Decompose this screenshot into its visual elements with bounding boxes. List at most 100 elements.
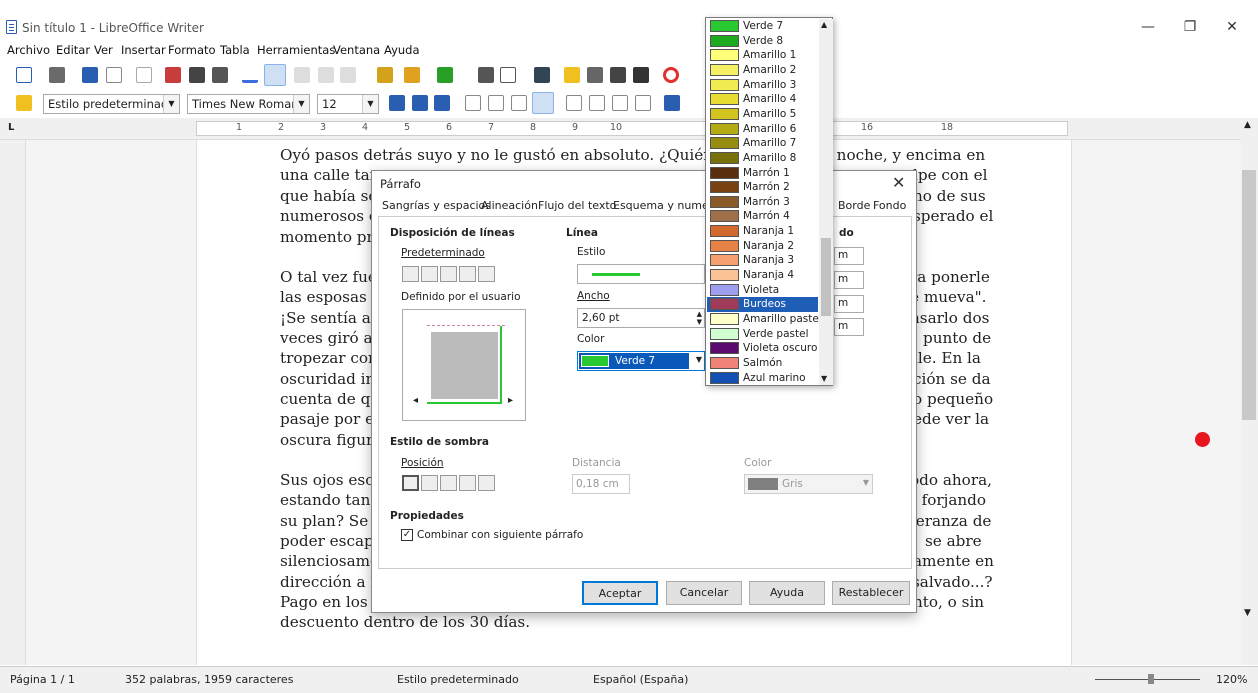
tab-borders[interactable]: Borde — [838, 199, 870, 212]
tab-outline-numbering[interactable]: Esquema y numera — [613, 199, 720, 212]
scroll-down-icon[interactable]: ▼ — [1244, 608, 1251, 618]
preset-left-right-icon[interactable] — [478, 266, 495, 282]
new-document-icon[interactable] — [16, 67, 32, 83]
bold-icon[interactable] — [389, 95, 405, 111]
zoom-level[interactable]: 120% — [1216, 673, 1247, 686]
auto-spellcheck-icon[interactable] — [264, 64, 286, 86]
color-option[interactable]: Amarillo 7 — [707, 136, 818, 151]
reset-button[interactable]: Restablecer — [832, 581, 910, 605]
shadow-color-select[interactable]: Gris ▼ — [744, 474, 873, 494]
chevron-down-icon[interactable]: ▼ — [163, 95, 179, 113]
menu-ayuda[interactable]: Ayuda — [384, 43, 420, 57]
padding-top-field[interactable]: m — [834, 295, 864, 313]
scroll-down-icon[interactable]: ▼ — [821, 374, 827, 383]
chevron-down-icon[interactable]: ▼ — [696, 355, 702, 364]
formatting-marks-icon[interactable] — [633, 67, 649, 83]
insert-table-icon[interactable] — [500, 67, 516, 83]
insert-special-char-icon[interactable] — [564, 67, 580, 83]
line-style-select[interactable] — [577, 264, 705, 284]
insert-footnote-icon[interactable] — [610, 67, 626, 83]
close-button[interactable]: ✕ — [1212, 14, 1252, 40]
align-center-icon[interactable] — [488, 95, 504, 111]
color-option[interactable]: Amarillo 2 — [707, 63, 818, 78]
word-count[interactable]: 352 palabras, 1959 caracteres — [125, 673, 293, 686]
color-option[interactable]: Marrón 4 — [707, 209, 818, 224]
shadow-bottom-left-icon[interactable] — [459, 475, 476, 491]
scroll-up-icon[interactable]: ▲ — [821, 20, 827, 29]
font-size-combo[interactable]: 12 ▼ — [317, 94, 379, 114]
dialog-close-icon[interactable]: ✕ — [892, 173, 905, 192]
restore-button[interactable]: ❐ — [1170, 14, 1210, 40]
color-dropdown-list[interactable]: Verde 7 Verde 8 Amarillo 1 Amarillo 2 Amaril… — [705, 17, 833, 386]
color-option[interactable]: Violeta oscuro — [707, 341, 818, 356]
menu-herramientas[interactable]: Herramientas — [257, 43, 335, 57]
color-option[interactable]: Burdeos — [707, 297, 818, 312]
cut-icon[interactable] — [294, 67, 310, 83]
insert-field-icon[interactable] — [587, 67, 603, 83]
tab-alignment[interactable]: Alineación — [481, 199, 538, 212]
underline-icon[interactable] — [434, 95, 450, 111]
edit-mode-icon[interactable] — [136, 67, 152, 83]
insert-image-icon[interactable] — [534, 67, 550, 83]
numbering-icon[interactable] — [589, 95, 605, 111]
minimize-button[interactable]: — — [1128, 14, 1168, 40]
clone-formatting-icon[interactable] — [377, 67, 393, 83]
color-option[interactable]: Naranja 3 — [707, 253, 818, 268]
ok-button[interactable]: Aceptar — [582, 581, 658, 605]
color-option[interactable]: Naranja 4 — [707, 268, 818, 283]
color-list-scroll-thumb[interactable] — [821, 238, 831, 316]
color-option[interactable]: Marrón 2 — [707, 180, 818, 195]
color-option[interactable]: Amarillo 6 — [707, 122, 818, 137]
menu-formato[interactable]: Formato — [168, 43, 216, 57]
line-color-select[interactable]: Verde 7 ▼ — [577, 351, 705, 371]
color-option[interactable]: Amarillo 5 — [707, 107, 818, 122]
print-preview-icon[interactable] — [212, 67, 228, 83]
color-option[interactable]: Amarillo 8 — [707, 151, 818, 166]
padding-left-field[interactable]: m — [834, 247, 864, 265]
undo-icon[interactable] — [404, 67, 420, 83]
print-icon[interactable] — [189, 67, 205, 83]
preset-box-inner-icon[interactable] — [440, 266, 457, 282]
tab-indents-spacing[interactable]: Sangrías y espacios — [382, 199, 491, 212]
paragraph-style-combo[interactable]: Estilo predeterminado ▼ — [43, 94, 180, 114]
menu-archivo[interactable]: Archivo — [7, 43, 50, 57]
help-lifebuoy-icon[interactable] — [663, 67, 679, 83]
help-button[interactable]: Ayuda — [749, 581, 825, 605]
tab-stop-icon[interactable]: L — [8, 122, 14, 133]
color-option[interactable]: Verde 7 — [707, 19, 818, 34]
tab-background[interactable]: Fondo — [873, 199, 906, 212]
redo-icon[interactable] — [437, 67, 453, 83]
spelling-icon[interactable] — [242, 67, 258, 83]
color-option[interactable]: Amarillo 4 — [707, 92, 818, 107]
color-option[interactable]: Amarillo pastel — [707, 312, 822, 327]
color-option[interactable]: Naranja 1 — [707, 224, 818, 239]
styles-icon[interactable] — [16, 95, 32, 111]
color-option[interactable]: Verde pastel — [707, 327, 818, 342]
scroll-up-icon[interactable]: ▲ — [1244, 120, 1251, 130]
bullets-icon[interactable] — [566, 95, 582, 111]
color-option[interactable]: Violeta — [707, 283, 818, 298]
color-option[interactable]: Marrón 1 — [707, 166, 818, 181]
page-style[interactable]: Estilo predeterminado — [397, 673, 519, 686]
shadow-bottom-right-icon[interactable] — [421, 475, 438, 491]
tab-text-flow[interactable]: Flujo del texto — [538, 199, 616, 212]
merge-checkbox[interactable]: ✓ — [401, 529, 413, 541]
color-option[interactable]: Azul marino — [707, 371, 818, 386]
vertical-ruler[interactable] — [0, 140, 26, 665]
chevron-down-icon[interactable]: ▼ — [863, 478, 869, 487]
find-replace-icon[interactable] — [478, 67, 494, 83]
shadow-top-right-icon[interactable] — [440, 475, 457, 491]
menu-tabla[interactable]: Tabla — [220, 43, 250, 57]
menu-ver[interactable]: Ver — [94, 43, 113, 57]
preset-none-icon[interactable] — [402, 266, 419, 282]
spin-arrows-icon[interactable]: ▲ ▼ — [697, 310, 702, 326]
horizontal-ruler[interactable]: 1 2 3 4 5 6 7 8 9 10 14 15 16 18 — [196, 121, 1068, 136]
color-option[interactable]: Amarillo 3 — [707, 78, 818, 93]
line-width-field[interactable]: 2,60 pt ▲ ▼ — [577, 308, 705, 328]
color-option[interactable]: Verde 8 — [707, 34, 818, 49]
menu-ventana[interactable]: Ventana — [333, 43, 380, 57]
decrease-indent-icon[interactable] — [612, 95, 628, 111]
menu-editar[interactable]: Editar — [56, 43, 90, 57]
align-right-icon[interactable] — [511, 95, 527, 111]
padding-right-field[interactable]: m — [834, 271, 864, 289]
